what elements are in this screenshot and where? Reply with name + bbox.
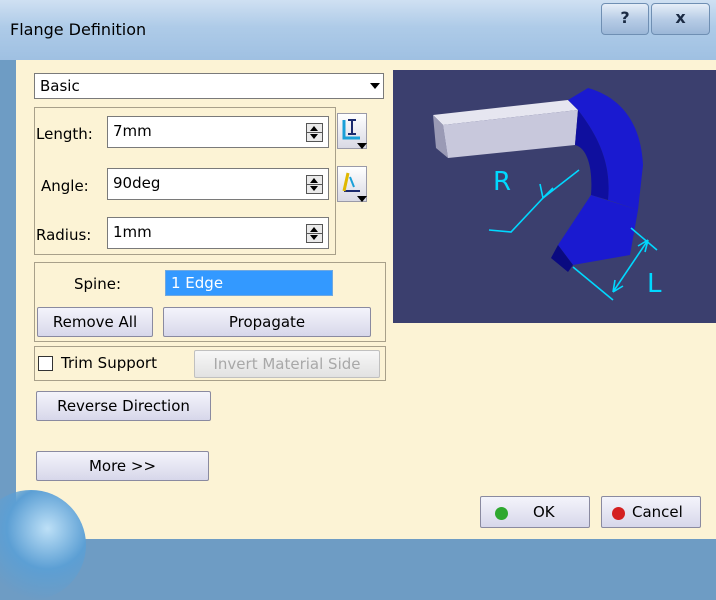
- ok-icon: [495, 507, 508, 520]
- radius-spinner[interactable]: [306, 224, 323, 243]
- invert-material-side-button[interactable]: Invert Material Side: [194, 350, 380, 378]
- cancel-button[interactable]: Cancel: [601, 496, 701, 528]
- close-button[interactable]: x: [651, 3, 710, 35]
- ok-label: OK: [533, 503, 555, 521]
- length-type-chevron-icon: [357, 143, 367, 149]
- spine-value: 1 Edge: [171, 274, 224, 292]
- propagate-button[interactable]: Propagate: [163, 307, 371, 337]
- window-title: Flange Definition: [10, 20, 147, 39]
- mode-dropdown[interactable]: Basic: [34, 73, 384, 99]
- ok-button[interactable]: OK: [480, 496, 590, 528]
- length-input[interactable]: 7mm: [107, 116, 329, 148]
- title-bar: Flange Definition ? x: [0, 0, 716, 60]
- trim-support-checkbox[interactable]: [38, 356, 53, 371]
- chevron-down-icon[interactable]: [370, 83, 380, 89]
- length-type-button[interactable]: [337, 113, 367, 149]
- more-button[interactable]: More >>: [36, 451, 209, 481]
- radius-label: Radius:: [36, 226, 92, 244]
- flange-diagram: R L: [433, 88, 662, 301]
- radius-dimension-label: R: [493, 167, 511, 197]
- angle-label: Angle:: [41, 177, 89, 195]
- catia-logo-orb: [0, 490, 86, 600]
- length-value: 7mm: [113, 122, 152, 140]
- dialog-body: Basic Length: 7mm Angle: 90deg Radius: 1…: [0, 60, 716, 600]
- flange-preview-image: R L: [393, 70, 716, 323]
- angle-spinner[interactable]: [306, 175, 323, 194]
- length-label: Length:: [36, 125, 93, 143]
- angle-type-chevron-icon: [357, 196, 367, 202]
- length-spinner[interactable]: [306, 123, 323, 142]
- radius-input[interactable]: 1mm: [107, 217, 329, 249]
- spine-label: Spine:: [74, 275, 121, 293]
- help-button[interactable]: ?: [601, 3, 649, 35]
- cancel-icon: [612, 507, 625, 520]
- cancel-label: Cancel: [632, 503, 683, 521]
- angle-value: 90deg: [113, 174, 161, 192]
- remove-all-button[interactable]: Remove All: [37, 307, 153, 337]
- trim-support-label: Trim Support: [61, 354, 157, 372]
- radius-value: 1mm: [113, 223, 152, 241]
- mode-dropdown-value: Basic: [40, 77, 80, 95]
- angle-type-button[interactable]: [337, 166, 367, 202]
- length-dimension-label: L: [647, 269, 662, 299]
- angle-input[interactable]: 90deg: [107, 168, 329, 200]
- spine-selection-field[interactable]: 1 Edge: [165, 270, 333, 296]
- reverse-direction-button[interactable]: Reverse Direction: [36, 391, 211, 421]
